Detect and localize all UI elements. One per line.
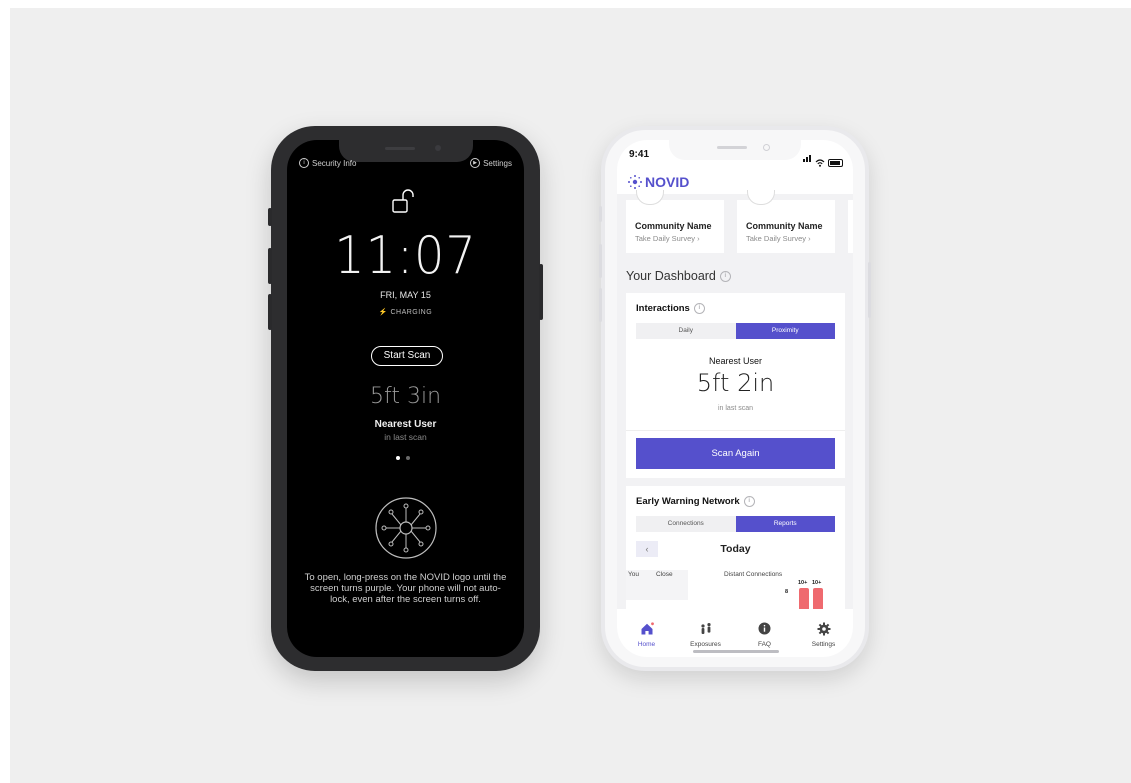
page-dot-active (396, 456, 400, 460)
info-icon[interactable]: i (719, 270, 731, 282)
scan-again-button[interactable]: Scan Again (636, 438, 835, 469)
volume-up-button (268, 248, 272, 284)
tab-daily[interactable]: Daily (636, 323, 736, 339)
settings-label: Settings (483, 158, 512, 168)
novid-logo-icon[interactable] (374, 496, 438, 560)
early-warning-card: Early Warning Network i Connections Repo… (626, 486, 845, 609)
app-phone: 9:41 NOVID Community Name Take Daily Sur… (599, 126, 871, 671)
tab-connections[interactable]: Connections (636, 516, 736, 532)
info-icon[interactable]: i (743, 496, 755, 507)
community-card-peek[interactable] (848, 200, 853, 253)
community-name: Community Name (635, 221, 712, 231)
report-bar (799, 588, 809, 609)
community-avatar (747, 190, 775, 205)
report-bar (813, 588, 823, 609)
background (10, 8, 1131, 783)
count-label: 8 (785, 589, 789, 595)
community-avatar (636, 190, 664, 205)
ewn-tabs: Connections Reports (636, 516, 835, 532)
interactions-card: Interactions i Daily Proximity Nearest U… (626, 293, 845, 478)
mute-switch (268, 208, 272, 226)
interactions-title-text: Interactions (636, 303, 690, 314)
signal-icon (803, 149, 812, 167)
community-card[interactable]: Community Name Take Daily Survey › (626, 190, 724, 253)
volume-down-button (599, 288, 602, 322)
home-indicator[interactable] (693, 650, 779, 653)
volume-down-button (268, 294, 272, 330)
nav-settings[interactable]: Settings (794, 609, 853, 657)
lock-screen-phone: i Security Info ▶ Settings 11:07 FRI, MA… (268, 126, 543, 671)
nearest-user-sub: in last scan (384, 432, 427, 442)
interactions-tabs: Daily Proximity (636, 323, 835, 339)
security-info-label: Security Info (312, 158, 357, 168)
interactions-title: Interactions i (636, 303, 705, 314)
nav-home[interactable]: Home (617, 609, 676, 657)
battery-icon (828, 159, 843, 167)
info-icon[interactable]: i (693, 303, 705, 314)
tab-proximity[interactable]: Proximity (735, 323, 835, 339)
gear-icon (817, 622, 830, 636)
security-info-link[interactable]: i Security Info (299, 158, 356, 168)
lock-screen: i Security Info ▶ Settings 11:07 FRI, MA… (287, 140, 524, 657)
nearest-user-value: 5ft 2in (696, 369, 775, 397)
col-close: Close (656, 571, 673, 578)
nearest-distance: 5ft 3in (369, 384, 442, 409)
side-button (868, 262, 871, 318)
page-indicator[interactable] (396, 456, 410, 460)
unlock-hint: To open, long-press on the NOVID logo un… (304, 572, 507, 605)
tab-reports[interactable]: Reports (735, 516, 835, 532)
notch (339, 140, 473, 162)
unlocked-padlock-icon (392, 189, 414, 213)
side-button (539, 264, 543, 320)
ewn-title-text: Early Warning Network (636, 496, 740, 507)
nav-settings-label: Settings (811, 641, 836, 648)
info-icon: i (299, 158, 309, 168)
take-survey-link[interactable]: Take Daily Survey › (746, 234, 811, 243)
mute-switch (599, 206, 602, 222)
dashboard-title-text: Your Dashboard (626, 269, 716, 283)
volume-up-button (599, 244, 602, 278)
nav-home-label: Home (637, 641, 656, 648)
col-distant: Distant Connections (724, 571, 783, 578)
lock-date: FRI, MAY 15 (380, 290, 431, 300)
community-card[interactable]: Community Name Take Daily Survey › (737, 190, 835, 253)
period-label: Today (720, 543, 751, 555)
col-you: You (628, 571, 639, 578)
nearest-user-sub: in last scan (717, 405, 754, 412)
notch (669, 140, 801, 160)
count-label: 10+ (798, 580, 808, 586)
dashboard-title: Your Dashboard i (626, 269, 731, 283)
info-icon (758, 622, 771, 635)
wifi-icon (815, 159, 825, 167)
settings-link[interactable]: ▶ Settings (470, 158, 512, 168)
settings-toggle-icon: ▶ (470, 158, 481, 168)
ewn-columns: You Close (626, 570, 688, 600)
divider (626, 430, 845, 431)
people-icon (700, 623, 711, 634)
home-icon (641, 622, 654, 635)
count-label: 10+ (812, 580, 822, 586)
lock-time: 11:07 (334, 226, 477, 286)
take-survey-link[interactable]: Take Daily Survey › (635, 234, 700, 243)
nav-exposures-label: Exposures (690, 641, 721, 648)
nav-faq-label: FAQ (757, 641, 771, 648)
ewn-title: Early Warning Network i (636, 496, 755, 507)
page-dot (406, 456, 410, 460)
app-screen: 9:41 NOVID Community Name Take Daily Sur… (617, 140, 853, 657)
community-name: Community Name (746, 221, 823, 231)
novid-logo-icon (628, 175, 642, 189)
nearest-user-label: Nearest User (708, 356, 762, 366)
status-time: 9:41 (629, 149, 650, 160)
brand-logo: NOVID (627, 174, 689, 190)
charging-status: ⚡ CHARGING (378, 309, 433, 316)
start-scan-button[interactable]: Start Scan (371, 346, 443, 366)
nearest-user-label: Nearest User (374, 419, 437, 430)
brand-name: NOVID (645, 174, 690, 190)
